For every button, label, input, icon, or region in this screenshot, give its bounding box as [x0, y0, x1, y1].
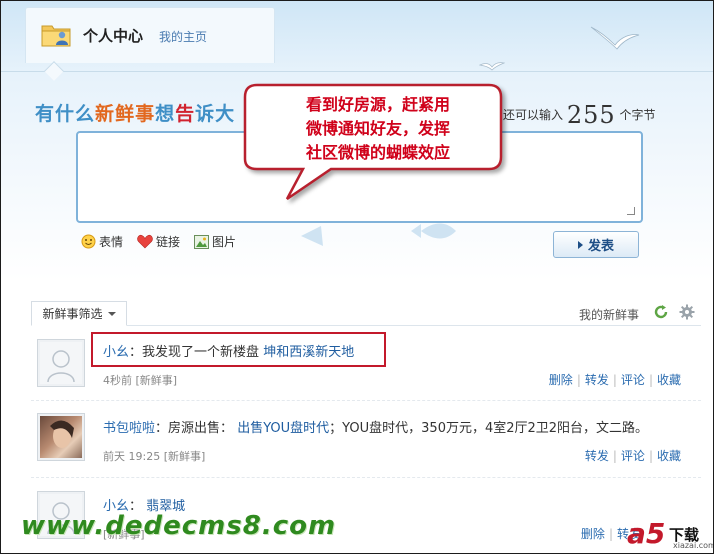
- resize-grip-icon[interactable]: [627, 207, 635, 215]
- delete-button[interactable]: 删除: [549, 373, 573, 387]
- avatar[interactable]: [37, 339, 85, 387]
- feed-time: 4秒前: [103, 374, 132, 387]
- prompt-char: 新: [95, 103, 116, 125]
- feed-divider: [31, 325, 701, 326]
- prompt-char: 什: [55, 103, 76, 125]
- forward-button[interactable]: 转发: [585, 373, 609, 387]
- feed-link[interactable]: 出售YOU盘时代: [237, 421, 329, 436]
- favorite-button[interactable]: 收藏: [657, 449, 681, 463]
- feed-text-after: ；YOU盘时代，350万元，4室2厅2卫2阳台，文二路。: [329, 421, 649, 436]
- heart-icon: [137, 234, 153, 249]
- default-avatar-icon: [47, 350, 75, 383]
- avatar[interactable]: [37, 413, 85, 461]
- prompt-char: 告: [175, 103, 196, 125]
- feed-time: 前天 19:25: [103, 450, 161, 463]
- page-title: 个人中心: [83, 27, 144, 45]
- play-arrow-icon: [577, 240, 583, 249]
- callout-text: 看到好房源，赶紧用 微博通知好友，发挥 社区微博的蝴蝶效应: [263, 93, 493, 165]
- feed-meta: 前天 19:25 [新鲜事]: [103, 448, 205, 464]
- prompt-char: 想: [155, 103, 176, 125]
- link-label: 链接: [156, 235, 181, 249]
- feed-username[interactable]: 书包啦啦: [103, 421, 155, 436]
- feed-separator: [31, 477, 701, 478]
- composer-prompt: 有什么新鲜事想告诉大: [35, 99, 235, 126]
- picture-icon: [194, 234, 210, 249]
- prompt-char: 大: [215, 103, 236, 125]
- counter-prefix: 还可以输入: [503, 108, 564, 122]
- feed-colon: ：: [155, 421, 169, 436]
- smiley-icon: [81, 234, 96, 249]
- prompt-char: 有: [35, 103, 56, 125]
- callout-line: 微博通知好友，发挥: [305, 119, 450, 138]
- seagull-small-icon: [479, 62, 505, 71]
- my-homepage-link[interactable]: 我的主页: [159, 28, 207, 45]
- prompt-char: 诉: [195, 103, 216, 125]
- emoticon-label: 表情: [99, 235, 124, 249]
- header-divider: [1, 71, 713, 79]
- seagull-icon: [590, 26, 640, 50]
- feed-actions: 删除 | 转发 | 评论 | 收藏: [548, 373, 681, 387]
- feed-tag: [新鲜事]: [163, 450, 206, 463]
- filter-label: 新鲜事筛选: [42, 307, 103, 321]
- image-label: 图片: [212, 235, 237, 249]
- feed-separator: [31, 400, 701, 401]
- feed-tag: [新鲜事]: [135, 374, 178, 387]
- delete-button[interactable]: 删除: [581, 527, 605, 541]
- emoticon-button[interactable]: 表情: [81, 233, 123, 250]
- composer-tools: 表情 链接 图片: [81, 233, 236, 250]
- feed-item-content: 书包啦啦：房源出售： 出售YOU盘时代；YOU盘时代，350万元，4室2厅2卫2…: [103, 417, 648, 436]
- favorite-button[interactable]: 收藏: [657, 373, 681, 387]
- gear-icon[interactable]: [679, 304, 695, 320]
- image-button[interactable]: 图片: [194, 233, 236, 250]
- callout-line: 看到好房源，赶紧用: [305, 95, 450, 114]
- news-filter-dropdown[interactable]: 新鲜事筛选: [31, 301, 127, 326]
- link-button[interactable]: 链接: [137, 233, 180, 250]
- prompt-char: 鲜: [115, 103, 136, 125]
- char-counter: 还可以输入 255 个字节: [503, 101, 656, 129]
- site-watermark: www.dedecms8.com: [21, 511, 337, 541]
- comment-button[interactable]: 评论: [621, 373, 645, 387]
- folder-user-icon: [41, 25, 71, 47]
- chevron-down-icon: [107, 311, 116, 316]
- fish-decoration-icon: [301, 223, 456, 246]
- publish-button[interactable]: 发表: [553, 231, 639, 258]
- highlight-box: [91, 332, 386, 367]
- a5-logo-url: xiazai.com: [673, 541, 714, 550]
- app-window: 个人中心 我的主页 有什么新鲜事想告诉大 还可以输入 255 个字节 表情 链接…: [0, 0, 714, 554]
- comment-button[interactable]: 评论: [621, 449, 645, 463]
- refresh-icon[interactable]: [653, 304, 669, 320]
- a5-logo: a5: [627, 517, 666, 550]
- publish-label: 发表: [587, 239, 614, 254]
- feed-actions: 转发 | 评论 | 收藏: [584, 449, 681, 463]
- my-news-link[interactable]: 我的新鲜事: [579, 306, 639, 323]
- counter-value: 255: [566, 101, 616, 129]
- feed-meta: 4秒前 [新鲜事]: [103, 372, 177, 388]
- counter-suffix: 个字节: [619, 108, 656, 122]
- feed-text: 房源出售：: [168, 421, 234, 436]
- prompt-char: 事: [135, 103, 156, 125]
- forward-button[interactable]: 转发: [585, 449, 609, 463]
- user-photo: [50, 420, 74, 448]
- prompt-char: 么: [75, 103, 96, 125]
- callout-line: 社区微博的蝴蝶效应: [305, 143, 450, 162]
